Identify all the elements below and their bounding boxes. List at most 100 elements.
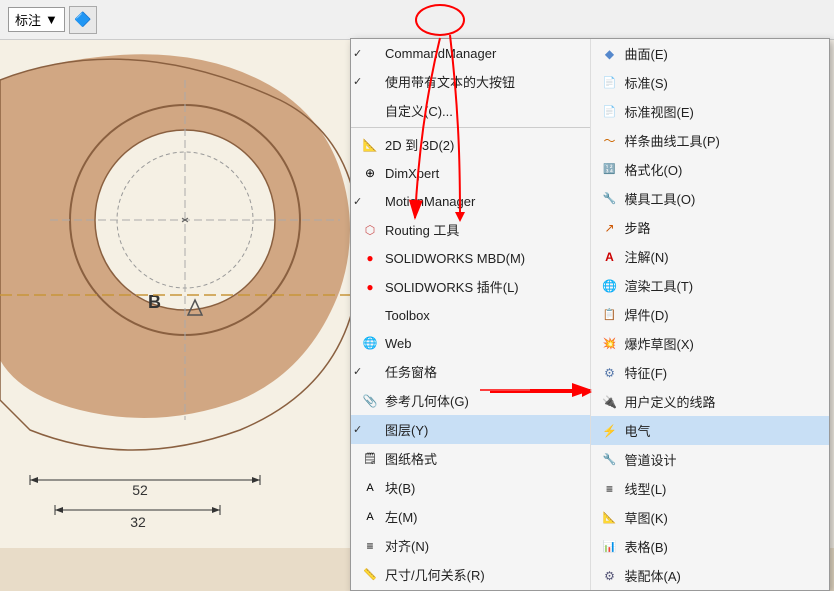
format-icon: 🔢 [601, 161, 619, 179]
menu-item-toolbox[interactable]: Toolbox [351, 301, 590, 329]
menu-item-table[interactable]: 📊 表格(B) [591, 532, 830, 561]
menu-item-layer[interactable]: 图层(Y) [351, 415, 590, 444]
menu-item-label: DimXpert [385, 166, 439, 181]
menu-item-label: 使用带有文本的大按钮 [385, 72, 515, 91]
menu-item-label: 用户定义的线路 [625, 392, 716, 411]
menu-item-label: 格式化(O) [625, 160, 683, 179]
menu-item-label: 焊件(D) [625, 305, 669, 324]
checkmark-icon [361, 192, 379, 210]
menu-item-label: MotionManager [385, 194, 475, 209]
menu-item-web[interactable]: 🌐 Web [351, 329, 590, 357]
svg-text:52: 52 [132, 482, 148, 498]
menu-item-label: 特征(F) [625, 363, 668, 382]
menu-item-label: Routing 工具 [385, 220, 459, 239]
spacer-icon [361, 102, 379, 120]
menu-item-label: 块(B) [385, 478, 415, 497]
menu-item-label: 标准(S) [625, 73, 668, 92]
menu-item-solidworks-mbd[interactable]: ● SOLIDWORKS MBD(M) [351, 244, 590, 272]
spline-icon: 〜 [601, 132, 619, 150]
annotation-icon: A [601, 248, 619, 266]
menu-item-standard[interactable]: 📄 标准(S) [591, 68, 830, 97]
menu-item-dimension[interactable]: 📏 尺寸/几何关系(R) [351, 560, 590, 589]
menu-item-label: 爆炸草图(X) [625, 334, 694, 353]
toolbar: 标注 ▼ 🔷 [0, 0, 834, 40]
menu-item-ref-geometry[interactable]: 📎 参考几何体(G) [351, 386, 590, 415]
menu-item-routing-tool[interactable]: ⬡ Routing 工具 [351, 215, 590, 244]
menu-right-column: ◆ 曲面(E) 📄 标准(S) 📄 标准视图(E) 〜 样条曲线工具(P) 🔢 … [591, 39, 830, 590]
toolbar-icon: 🔷 [74, 11, 91, 28]
menu-item-label: CommandManager [385, 46, 496, 61]
sw-mbd-icon: ● [361, 249, 379, 267]
line-type-icon: ≡ [601, 480, 619, 498]
drawing-format-icon: 🗒 [361, 450, 379, 468]
menu-item-label: 标准视图(E) [625, 102, 694, 121]
menu-item-surface[interactable]: ◆ 曲面(E) [591, 39, 830, 68]
2d3d-icon: 📐 [361, 136, 379, 154]
checkmark-icon [361, 73, 379, 91]
menu-item-electric[interactable]: ⚡ 电气 [591, 416, 830, 445]
electric-icon: ⚡ [601, 422, 619, 440]
explode-icon: 💥 [601, 335, 619, 353]
menu-item-sketch[interactable]: 📐 草图(K) [591, 503, 830, 532]
step-icon: ↗ [601, 219, 619, 237]
menu-item-label: 表格(B) [625, 537, 668, 556]
menu-item-left[interactable]: A 左(M) [351, 502, 590, 531]
pipe-icon: 🔧 [601, 451, 619, 469]
menu-item-label: 草图(K) [625, 508, 668, 527]
block-icon: A [361, 479, 379, 497]
assembly-icon: ⚙ [601, 567, 619, 585]
standard-icon: 📄 [601, 74, 619, 92]
menu-item-dimxpert[interactable]: ⊕ DimXpert [351, 159, 590, 187]
menu-item-label: 左(M) [385, 507, 418, 526]
menu-item-solidworks-plugin[interactable]: ● SOLIDWORKS 插件(L) [351, 272, 590, 301]
annotation-dropdown[interactable]: 标注 ▼ [8, 7, 65, 32]
surface-icon: ◆ [601, 45, 619, 63]
menu-item-annotation[interactable]: A 注解(N) [591, 242, 830, 271]
menu-item-label: 任务窗格 [385, 362, 437, 381]
menu-item-label: 样条曲线工具(P) [625, 131, 720, 150]
menu-item-weld[interactable]: 📋 焊件(D) [591, 300, 830, 329]
menu-item-align[interactable]: ≡ 对齐(N) [351, 531, 590, 560]
sw-plugin-icon: ● [361, 278, 379, 296]
menu-item-mold-tool[interactable]: 🔧 模具工具(O) [591, 184, 830, 213]
menu-item-drawing-format[interactable]: 🗒 图纸格式 [351, 444, 590, 473]
menu-item-render-tool[interactable]: 🌐 渲染工具(T) [591, 271, 830, 300]
menu-item-standard-view[interactable]: 📄 标准视图(E) [591, 97, 830, 126]
menu-item-label: 图层(Y) [385, 420, 428, 439]
menu-item-2d-3d[interactable]: 📐 2D 到 3D(2) [351, 130, 590, 159]
menu-item-label: 2D 到 3D(2) [385, 135, 454, 154]
dimension-icon: 📏 [361, 566, 379, 584]
checkmark-icon [361, 421, 379, 439]
menu-item-label: SOLIDWORKS 插件(L) [385, 277, 519, 296]
menu-item-label: 图纸格式 [385, 449, 437, 468]
toolbar-icon-button[interactable]: 🔷 [69, 6, 97, 34]
menu-item-spline-tool[interactable]: 〜 样条曲线工具(P) [591, 126, 830, 155]
menu-item-custom[interactable]: 自定义(C)... [351, 96, 590, 125]
table-icon: 📊 [601, 538, 619, 556]
menu-item-big-button[interactable]: 使用带有文本的大按钮 [351, 67, 590, 96]
menu-item-step-path[interactable]: ↗ 步路 [591, 213, 830, 242]
sketch-icon: 📐 [601, 509, 619, 527]
menu-item-label: 注解(N) [625, 247, 669, 266]
context-menu: CommandManager 使用带有文本的大按钮 自定义(C)... 📐 2D… [350, 38, 830, 591]
routing-icon: ⬡ [361, 221, 379, 239]
menu-item-block[interactable]: A 块(B) [351, 473, 590, 502]
menu-item-format[interactable]: 🔢 格式化(O) [591, 155, 830, 184]
menu-item-user-route[interactable]: 🔌 用户定义的线路 [591, 387, 830, 416]
dropdown-label: 标注 [15, 10, 41, 29]
menu-item-command-manager[interactable]: CommandManager [351, 39, 590, 67]
menu-item-explode-view[interactable]: 💥 爆炸草图(X) [591, 329, 830, 358]
menu-item-label: Web [385, 336, 412, 351]
menu-item-label: 线型(L) [625, 479, 667, 498]
menu-item-label: 管道设计 [625, 450, 677, 469]
menu-item-assembly[interactable]: ⚙ 装配体(A) [591, 561, 830, 590]
dimxpert-icon: ⊕ [361, 164, 379, 182]
menu-item-line-type[interactable]: ≡ 线型(L) [591, 474, 830, 503]
svg-text:32: 32 [130, 514, 146, 530]
menu-item-feature[interactable]: ⚙ 特征(F) [591, 358, 830, 387]
menu-item-motion-manager[interactable]: MotionManager [351, 187, 590, 215]
menu-item-pipe-design[interactable]: 🔧 管道设计 [591, 445, 830, 474]
menu-item-label: 自定义(C)... [385, 101, 453, 120]
menu-item-task-pane[interactable]: 任务窗格 [351, 357, 590, 386]
cad-drawing: 52 32 B [0, 0, 370, 548]
